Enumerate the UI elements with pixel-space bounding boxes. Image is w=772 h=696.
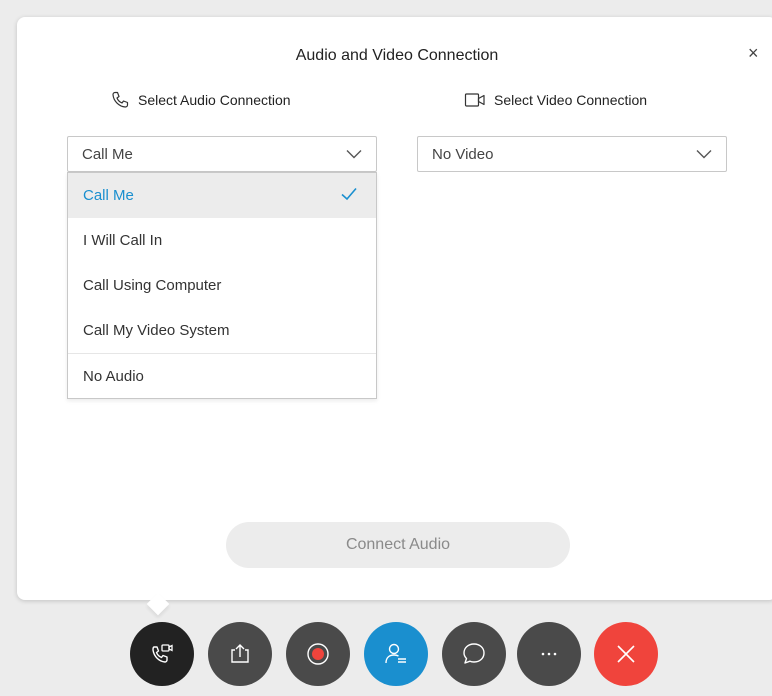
video-selected-value: No Video [432, 145, 494, 163]
share-icon [231, 644, 249, 663]
audio-option-label: Call My Video System [83, 322, 230, 339]
audio-option-label: I Will Call In [83, 232, 163, 249]
chat-button[interactable] [442, 622, 506, 686]
participants-icon [385, 643, 406, 664]
more-options-button[interactable] [517, 622, 581, 686]
share-button[interactable] [208, 622, 272, 686]
video-camera-icon [464, 93, 485, 107]
audio-section-text: Select Audio Connection [138, 92, 291, 108]
end-meeting-button[interactable] [594, 622, 658, 686]
video-section-text: Select Video Connection [494, 92, 648, 108]
record-icon [307, 643, 329, 665]
audio-options-menu: Call Me I Will Call In Call Using Comput… [67, 172, 377, 399]
audio-option-label: Call Me [83, 187, 134, 204]
record-button[interactable] [286, 622, 350, 686]
chevron-down-icon [696, 150, 712, 159]
audio-video-connection-icon [152, 644, 173, 663]
chat-icon [463, 643, 485, 664]
audio-option-call-in[interactable]: I Will Call In [68, 218, 376, 263]
audio-option-label: Call Using Computer [83, 277, 222, 294]
audio-video-dialog: Audio and Video Connection × Select Audi… [17, 17, 772, 600]
dialog-title: Audio and Video Connection [295, 47, 499, 64]
connect-audio-button[interactable]: Connect Audio [226, 522, 570, 568]
close-button[interactable]: × [748, 44, 759, 62]
checkmark-icon [341, 187, 357, 201]
phone-icon [112, 91, 129, 108]
audio-option-label: No Audio [83, 367, 144, 385]
end-meeting-icon [617, 645, 635, 663]
audio-option-no-audio[interactable]: No Audio [68, 353, 376, 398]
audio-option-computer[interactable]: Call Using Computer [68, 263, 376, 308]
participants-button[interactable] [364, 622, 428, 686]
chevron-down-icon [346, 150, 362, 159]
more-options-icon [541, 652, 557, 656]
audio-option-call-me[interactable]: Call Me [68, 173, 376, 218]
audio-connection-select[interactable]: Call Me [67, 136, 377, 172]
video-section-label: Select Video Connection [464, 90, 647, 110]
audio-option-video-system[interactable]: Call My Video System [68, 308, 376, 353]
audio-video-connection-button[interactable] [130, 622, 194, 686]
audio-selected-value: Call Me [82, 145, 133, 163]
audio-section-label: Select Audio Connection [110, 90, 291, 110]
video-connection-select[interactable]: No Video [417, 136, 727, 172]
